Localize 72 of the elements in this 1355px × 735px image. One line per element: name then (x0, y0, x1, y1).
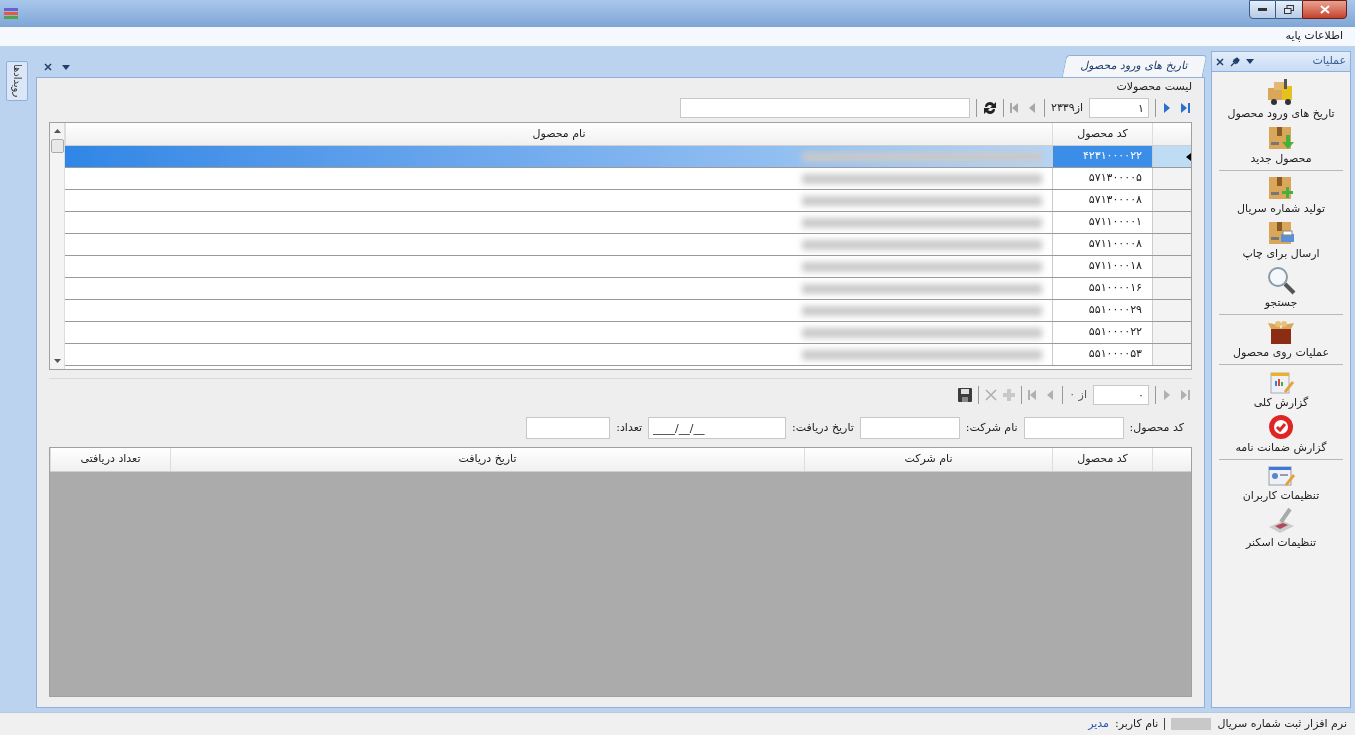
user-card-icon (1267, 464, 1295, 488)
first-page-icon[interactable] (1010, 102, 1021, 114)
menu-item[interactable]: اطلاعات پایه (1281, 28, 1347, 45)
operation-button[interactable]: گزارش ضمانت نامه (1217, 412, 1345, 457)
column-header[interactable]: نام شرکت (804, 448, 1052, 471)
user-name: مدیر (1088, 715, 1109, 732)
record-count: از ۰ (1069, 386, 1087, 403)
save-icon[interactable] (958, 388, 973, 402)
box-arrow-icon (1267, 125, 1295, 151)
column-header[interactable]: تعداد دریافتی (50, 448, 170, 471)
restore-icon (1284, 5, 1294, 14)
scroll-down-icon[interactable] (53, 359, 61, 363)
refresh-icon[interactable] (983, 101, 997, 115)
document-tab[interactable]: تاریخ های ورود محصول (1061, 55, 1208, 77)
close-icon (1319, 5, 1330, 14)
input-field[interactable] (526, 417, 611, 439)
delete-icon[interactable] (985, 389, 998, 401)
row-pointer-icon (1186, 152, 1191, 161)
section-title: لیست محصولات (1115, 80, 1192, 94)
blurred-text (1171, 718, 1212, 730)
field-label: تاریخ دریافت: (792, 419, 854, 436)
minimize-button[interactable] (1249, 0, 1276, 19)
close-button[interactable] (1302, 0, 1347, 19)
scroll-thumb[interactable] (50, 139, 64, 153)
table-cell: ۴۲۳۱۰۰۰۰۲۲ (1052, 146, 1152, 167)
dropdown-icon[interactable] (1246, 59, 1254, 64)
panel-title: عملیات (1312, 53, 1346, 70)
search-icon (1266, 265, 1296, 295)
operation-button[interactable]: تاریخ های ورود محصول (1217, 76, 1345, 123)
operation-button[interactable]: عملیات روی محصول (1217, 317, 1345, 362)
operation-button[interactable]: تنظیمات کاربران (1217, 462, 1345, 505)
operation-button[interactable]: تنظیمات اسکنر (1217, 505, 1345, 552)
app-icon (4, 7, 18, 20)
scroll-up-icon[interactable] (53, 129, 61, 133)
minimize-icon (1258, 8, 1267, 11)
operation-button[interactable]: جستجو (1217, 263, 1345, 312)
close-icon[interactable] (1216, 57, 1224, 66)
report-chart-icon (1268, 369, 1294, 395)
badge-check-icon (1268, 414, 1294, 440)
last-record-icon[interactable] (1179, 389, 1190, 401)
page-field[interactable]: ۱ (1089, 98, 1149, 118)
previous-page-icon[interactable] (1027, 102, 1038, 114)
operation-button[interactable]: گزارش کلی (1217, 367, 1345, 412)
page-count: از۲۳۳۹ (1051, 99, 1083, 116)
field-label: تعداد: (616, 419, 643, 436)
operation-button[interactable]: ارسال برای چاپ (1217, 218, 1345, 263)
box-printer-icon (1267, 220, 1295, 246)
app-name: نرم افزار ثبت شماره سریال (1217, 715, 1347, 732)
column-header[interactable]: کد محصول (1052, 123, 1152, 145)
close-icon[interactable] (44, 63, 52, 71)
box-plus-icon (1267, 175, 1295, 201)
open-box-icon (1267, 319, 1295, 345)
input-field[interactable] (859, 417, 960, 439)
column-header[interactable]: کد محصول (1052, 448, 1152, 471)
last-page-icon[interactable] (1179, 102, 1190, 114)
field-label: کد محصول: (1129, 419, 1184, 436)
operation-button[interactable]: تولید شماره سریال (1217, 173, 1345, 218)
vertical-scrollbar[interactable] (50, 123, 65, 369)
operation-button[interactable]: محصول جدید (1217, 123, 1345, 168)
input-field[interactable]: ____/__/__ (648, 417, 787, 439)
record-field[interactable]: ۰ (1093, 385, 1149, 405)
column-header[interactable]: تاریخ دریافت (170, 448, 804, 471)
row-header[interactable] (1152, 146, 1191, 167)
add-icon[interactable] (1003, 389, 1016, 401)
user-label: نام کاربر: (1114, 715, 1159, 732)
dropdown-icon[interactable] (62, 64, 70, 70)
pin-icon[interactable] (1230, 56, 1240, 67)
field-label: نام شرکت: (965, 419, 1018, 436)
filter-field[interactable] (680, 98, 970, 118)
input-field[interactable] (1023, 417, 1124, 439)
maximize-button[interactable] (1276, 0, 1302, 19)
side-tab[interactable]: رویدادها (6, 61, 28, 101)
